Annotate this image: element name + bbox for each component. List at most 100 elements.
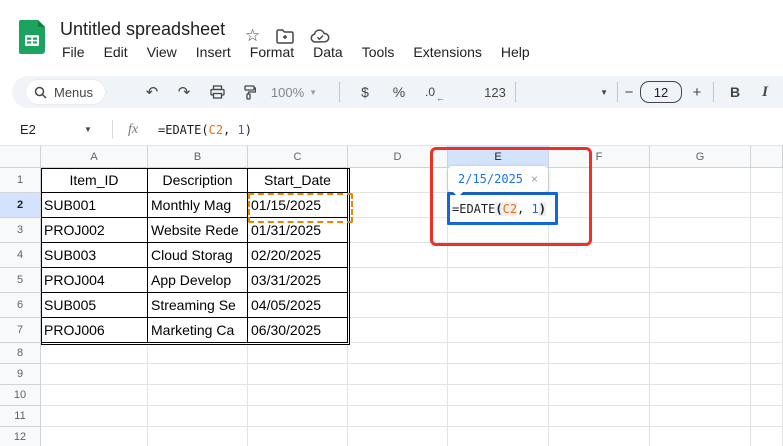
cell-H1[interactable] — [751, 168, 783, 193]
cell-D5[interactable] — [348, 268, 448, 293]
menu-data[interactable]: Data — [313, 44, 343, 60]
cell-C1[interactable]: Start_Date — [248, 168, 348, 193]
cell-B6[interactable]: Streaming Se — [148, 293, 248, 318]
cell-F12[interactable] — [549, 427, 650, 446]
cell-D1[interactable] — [348, 168, 448, 193]
cell-F6[interactable] — [549, 293, 650, 318]
cell-B7[interactable]: Marketing Ca — [148, 318, 248, 343]
percent-format-button[interactable]: % — [386, 76, 412, 108]
menu-insert[interactable]: Insert — [196, 44, 231, 60]
document-title[interactable]: Untitled spreadsheet — [60, 19, 225, 40]
cell-H4[interactable] — [751, 243, 783, 268]
decrease-decimal-button[interactable]: .0← — [417, 76, 443, 108]
move-folder-icon[interactable] — [276, 29, 294, 44]
row-header-6[interactable]: 6 — [0, 293, 41, 318]
cell-G11[interactable] — [650, 406, 751, 427]
cell-B5[interactable]: App Develop — [148, 268, 248, 293]
cell-B9[interactable] — [148, 364, 248, 385]
cell-E8[interactable] — [448, 343, 549, 364]
cell-H11[interactable] — [751, 406, 783, 427]
row-header-12[interactable]: 12 — [0, 427, 41, 446]
select-all-corner[interactable] — [0, 146, 41, 168]
increase-font-size-button[interactable]: + — [684, 76, 710, 108]
cell-B4[interactable]: Cloud Storag — [148, 243, 248, 268]
cell-A9[interactable] — [41, 364, 148, 385]
row-header-7[interactable]: 7 — [0, 318, 41, 343]
sheets-logo-icon[interactable] — [19, 20, 45, 54]
cell-G1[interactable] — [650, 168, 751, 193]
cell-A11[interactable] — [41, 406, 148, 427]
redo-button[interactable]: ↷ — [171, 76, 197, 108]
menu-edit[interactable]: Edit — [104, 44, 128, 60]
cell-C12[interactable] — [248, 427, 348, 446]
font-family-dropdown[interactable]: ▼ — [524, 76, 608, 108]
cell-C9[interactable] — [248, 364, 348, 385]
cell-B2[interactable]: Monthly Mag — [148, 193, 248, 218]
cell-H9[interactable] — [751, 364, 783, 385]
cell-B12[interactable] — [148, 427, 248, 446]
name-box[interactable]: E2 — [20, 114, 36, 145]
row-header-1[interactable]: 1 — [0, 168, 41, 193]
cell-E9[interactable] — [448, 364, 549, 385]
cell-B1[interactable]: Description — [148, 168, 248, 193]
cell-G3[interactable] — [650, 218, 751, 243]
cell-A10[interactable] — [41, 385, 148, 406]
cell-F4[interactable] — [549, 243, 650, 268]
cell-G2[interactable] — [650, 193, 751, 218]
menu-tools[interactable]: Tools — [362, 44, 395, 60]
undo-button[interactable]: ↶ — [139, 76, 165, 108]
cell-G7[interactable] — [650, 318, 751, 343]
cell-H3[interactable] — [751, 218, 783, 243]
cell-F8[interactable] — [549, 343, 650, 364]
row-header-8[interactable]: 8 — [0, 343, 41, 364]
column-header-partial[interactable] — [751, 146, 783, 168]
cell-F10[interactable] — [549, 385, 650, 406]
cell-H7[interactable] — [751, 318, 783, 343]
cell-H6[interactable] — [751, 293, 783, 318]
cell-G9[interactable] — [650, 364, 751, 385]
paint-format-button[interactable] — [236, 76, 262, 108]
cell-A7[interactable]: PROJ006 — [41, 318, 148, 343]
cell-D9[interactable] — [348, 364, 448, 385]
cell-D2[interactable] — [348, 193, 448, 218]
cell-F11[interactable] — [549, 406, 650, 427]
cell-C10[interactable] — [248, 385, 348, 406]
row-header-5[interactable]: 5 — [0, 268, 41, 293]
column-header-G[interactable]: G — [650, 146, 751, 168]
cell-A8[interactable] — [41, 343, 148, 364]
column-header-A[interactable]: A — [41, 146, 148, 168]
cell-C2[interactable]: 01/15/2025 — [248, 193, 348, 218]
cell-E12[interactable] — [448, 427, 549, 446]
menu-extensions[interactable]: Extensions — [413, 44, 481, 60]
cell-D3[interactable] — [348, 218, 448, 243]
row-header-11[interactable]: 11 — [0, 406, 41, 427]
row-header-10[interactable]: 10 — [0, 385, 41, 406]
cell-F5[interactable] — [549, 268, 650, 293]
cell-F9[interactable] — [549, 364, 650, 385]
decrease-font-size-button[interactable]: − — [616, 76, 642, 108]
cell-D8[interactable] — [348, 343, 448, 364]
cell-D12[interactable] — [348, 427, 448, 446]
cell-E4[interactable] — [448, 243, 549, 268]
zoom-control[interactable]: 100% ▼ — [264, 76, 324, 108]
cell-G12[interactable] — [650, 427, 751, 446]
cell-H2[interactable] — [751, 193, 783, 218]
cell-F7[interactable] — [549, 318, 650, 343]
cell-C11[interactable] — [248, 406, 348, 427]
cell-C3[interactable]: 01/31/2025 — [248, 218, 348, 243]
cell-C6[interactable]: 04/05/2025 — [248, 293, 348, 318]
cell-D6[interactable] — [348, 293, 448, 318]
menus-search-button[interactable]: Menus — [26, 80, 105, 104]
column-header-E[interactable]: E — [448, 146, 549, 168]
cell-H12[interactable] — [751, 427, 783, 446]
cell-D11[interactable] — [348, 406, 448, 427]
cell-A6[interactable]: SUB005 — [41, 293, 148, 318]
menu-format[interactable]: Format — [250, 44, 294, 60]
cell-E11[interactable] — [448, 406, 549, 427]
row-header-4[interactable]: 4 — [0, 243, 41, 268]
cell-G6[interactable] — [650, 293, 751, 318]
cell-H5[interactable] — [751, 268, 783, 293]
font-size-input[interactable]: 12 — [640, 81, 682, 103]
menu-view[interactable]: View — [147, 44, 177, 60]
cell-G10[interactable] — [650, 385, 751, 406]
